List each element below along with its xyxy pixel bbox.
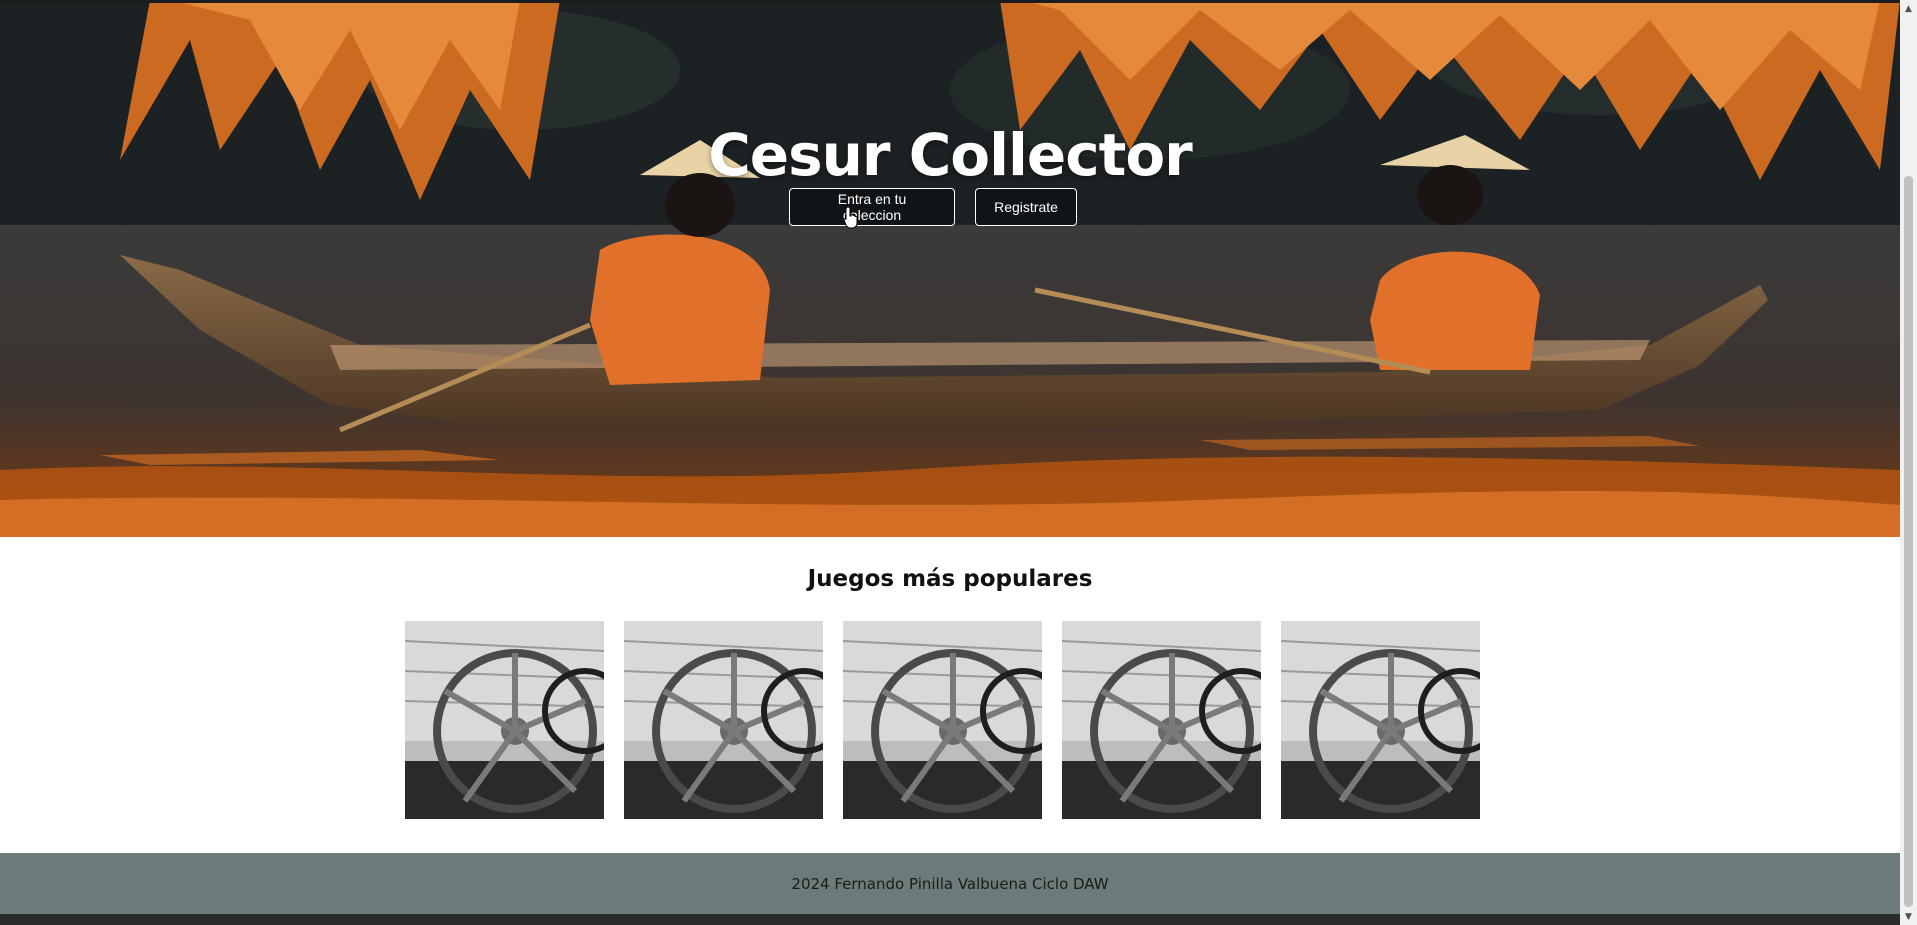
wagon-wheel-image (624, 621, 823, 819)
game-card[interactable] (843, 621, 1042, 819)
enter-collection-button[interactable]: Entra en tu coleccion (789, 188, 955, 226)
site-footer: 2024 Fernando Pinilla Valbuena Ciclo DAW (0, 853, 1900, 914)
chevron-up-icon[interactable]: ▲ (1900, 0, 1917, 17)
vertical-scrollbar[interactable]: ▲ ▼ (1900, 0, 1917, 925)
footer-copyright: 2024 Fernando Pinilla Valbuena Ciclo DAW (791, 874, 1109, 893)
wagon-wheel-image (843, 621, 1042, 819)
game-card[interactable] (1281, 621, 1480, 819)
chevron-down-icon[interactable]: ▼ (1900, 908, 1917, 925)
bottom-edge (0, 914, 1900, 925)
hero-actions: Entra en tu coleccion Registrate (0, 188, 1900, 226)
page: Cesur Collector Entra en tu coleccion Re… (0, 0, 1900, 925)
hero-banner: Cesur Collector Entra en tu coleccion Re… (0, 0, 1900, 537)
game-card[interactable] (405, 621, 604, 819)
site-title: Cesur Collector (708, 121, 1193, 189)
game-card[interactable] (624, 621, 823, 819)
wagon-wheel-image (1281, 621, 1480, 819)
popular-games-list (405, 621, 1480, 819)
game-card[interactable] (1062, 621, 1261, 819)
scrollbar-thumb[interactable] (1904, 176, 1913, 907)
popular-games-heading: Juegos más populares (807, 566, 1093, 592)
wagon-wheel-image (1062, 621, 1261, 819)
register-button[interactable]: Registrate (975, 188, 1077, 226)
hand-pointer-icon (843, 206, 858, 229)
wagon-wheel-image (405, 621, 604, 819)
hero-background-illustration (0, 0, 1900, 537)
